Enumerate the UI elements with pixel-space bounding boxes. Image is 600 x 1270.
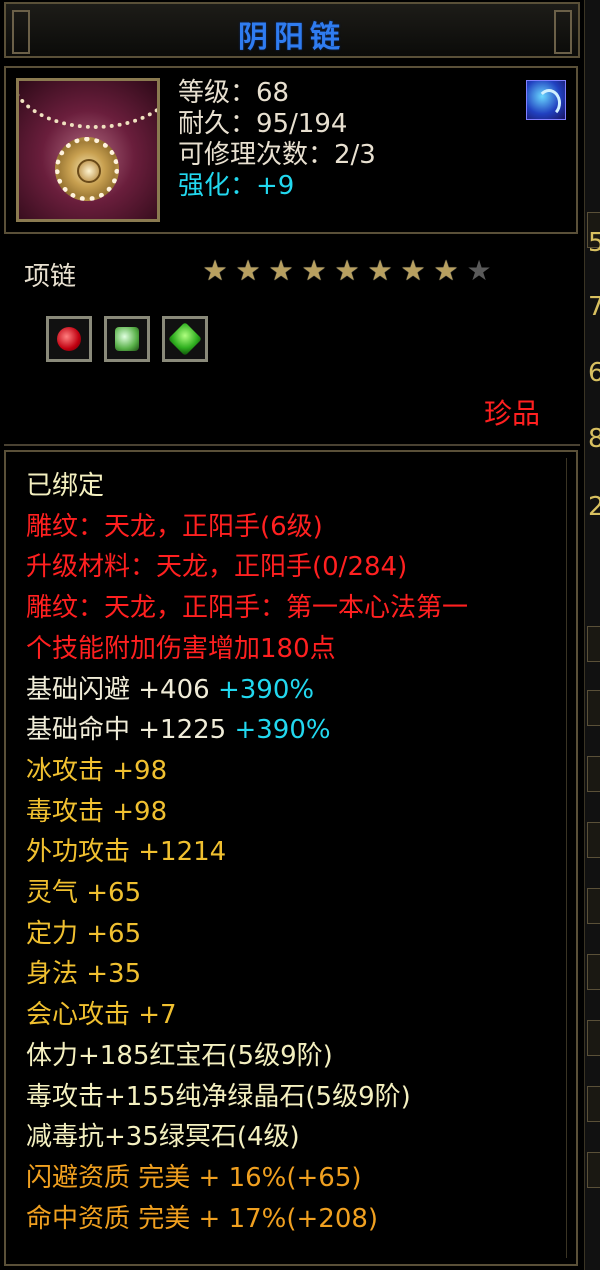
item-level: 等级：68 [178, 78, 290, 108]
attr-ice-attack: 冰攻击 +98 [26, 755, 168, 786]
item-tooltip: 阴阳链 等级：68 耐久：95/194 可修理次数：2/3 强化：+9 项链 ★… [0, 0, 584, 1270]
item-durability: 耐久：95/194 [178, 109, 348, 139]
item-header: 等级：68 耐久：95/194 可修理次数：2/3 强化：+9 [4, 66, 578, 234]
item-type: 项链 [24, 262, 77, 292]
green-crystal-gem-icon [104, 316, 150, 362]
attr-hit-value: 基础命中 +1225 [26, 715, 227, 746]
star-filled-icon: ★ [367, 254, 393, 287]
star-filled-icon: ★ [235, 254, 261, 287]
item-attributes-panel: 已绑定 雕纹：天龙，正阳手(6级) 升级材料：天龙，正阳手(0/284) 雕纹：… [4, 450, 578, 1266]
star-empty-icon: ★ [466, 254, 492, 287]
attr-agility: 身法 +35 [26, 959, 142, 990]
attr-spirit: 灵气 +65 [26, 878, 142, 909]
background-window-edge: 5 7 6 8 2 [584, 0, 600, 1270]
attr-poison-attack: 毒攻击 +98 [26, 796, 168, 827]
red-gem-icon [46, 316, 92, 362]
star-filled-icon: ★ [400, 254, 426, 287]
side-fragment-2: 7 [588, 292, 600, 322]
item-class-icon [526, 80, 566, 120]
necklace-icon [16, 78, 160, 222]
side-fragment-1: 5 [588, 228, 600, 258]
gem-line-green-dark: 减毒抗+35绿冥石(4级) [26, 1122, 300, 1153]
star-filled-icon: ★ [334, 254, 360, 287]
item-base-stats: 等级：68 耐久：95/194 可修理次数：2/3 强化：+9 [178, 78, 376, 202]
divider [4, 444, 580, 446]
attributes-scrollbar [566, 458, 577, 1258]
aptitude-dodge: 闪避资质 完美 + 16%(+65) [26, 1162, 362, 1193]
attr-dodge-value: 基础闪避 +406 [26, 674, 210, 705]
engrave-effect-line-2: 个技能附加伤害增加180点 [26, 633, 336, 664]
star-filled-icon: ★ [301, 254, 327, 287]
item-rarity: 珍品 [483, 397, 540, 430]
item-enhance-level: 强化：+9 [178, 171, 295, 201]
attr-hit: 基础命中 +1225 +390% [26, 710, 468, 751]
attr-dodge-pct: +390% [217, 674, 315, 705]
side-fragment-5: 2 [588, 492, 600, 522]
attr-dodge: 基础闪避 +406 +390% [26, 670, 468, 711]
engrave-line: 雕纹：天龙，正阳手(6级) [26, 511, 323, 542]
star-filled-icon: ★ [433, 254, 459, 287]
star-filled-icon: ★ [268, 254, 294, 287]
tooltip-title-bar: 阴阳链 [4, 2, 580, 58]
star-filled-icon: ★ [202, 254, 228, 287]
gem-line-green-crystal: 毒攻击+155纯净绿晶石(5级9阶) [26, 1081, 411, 1112]
green-dark-gem-icon [162, 316, 208, 362]
attr-focus: 定力 +65 [26, 918, 142, 949]
attr-hit-pct: +390% [234, 715, 331, 746]
attr-outer-attack: 外功攻击 +1214 [26, 837, 227, 868]
bound-status: 已绑定 [26, 471, 105, 501]
star-rating: ★ ★ ★ ★ ★ ★ ★ ★ ★ [200, 256, 494, 286]
attr-crit: 会心攻击 +7 [26, 1000, 177, 1031]
item-repair-count: 可修理次数：2/3 [178, 140, 376, 170]
engrave-effect-line: 雕纹：天龙，正阳手：第一本心法第一 [26, 593, 469, 624]
aptitude-hit: 命中资质 完美 + 17%(+208) [26, 1203, 379, 1234]
socket-gems [46, 316, 208, 362]
side-fragment-4: 8 [588, 424, 600, 454]
gem-line-ruby: 体力+185红宝石(5级9阶) [26, 1040, 333, 1071]
item-name: 阴阳链 [238, 20, 346, 55]
side-fragment-3: 6 [588, 358, 600, 388]
upgrade-material-line: 升级材料：天龙，正阳手(0/284) [26, 552, 408, 583]
